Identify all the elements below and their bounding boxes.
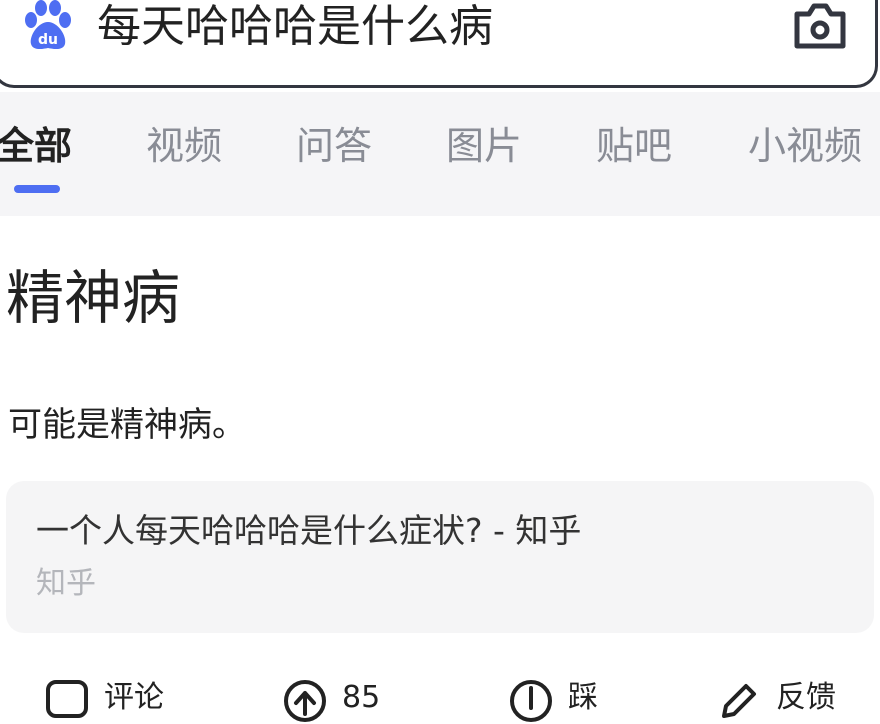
answer-description: 可能是精神病。 xyxy=(8,405,246,445)
upvote-arrow-icon xyxy=(284,680,326,722)
tab-images[interactable]: 图片 xyxy=(446,122,522,170)
baidu-paw-logo-icon: du xyxy=(25,0,71,50)
tab-short-video[interactable]: 小视频 xyxy=(748,122,862,170)
tab-qa[interactable]: 问答 xyxy=(296,122,372,170)
search-input[interactable]: 每天哈哈哈是什么病 xyxy=(97,0,493,56)
camera-icon[interactable] xyxy=(791,0,849,52)
downvote-label: 踩 xyxy=(568,680,598,715)
feedback-label: 反馈 xyxy=(776,680,836,715)
comment-label: 评论 xyxy=(104,680,164,715)
tab-video[interactable]: 视频 xyxy=(146,122,222,170)
tab-tieba[interactable]: 贴吧 xyxy=(596,122,672,170)
tab-bar: 全部 视频 问答 图片 贴吧 小视频 xyxy=(0,92,880,216)
source-title-link[interactable]: 一个人每天哈哈哈是什么症状? - 知乎 xyxy=(36,508,581,554)
logo-text: du xyxy=(38,32,58,48)
source-card[interactable]: 一个人每天哈哈哈是什么症状? - 知乎 知乎 xyxy=(6,481,874,633)
tab-all[interactable]: 全部 xyxy=(0,122,72,170)
source-site-name: 知乎 xyxy=(36,566,96,601)
downvote-arrow-icon xyxy=(510,680,552,722)
pencil-icon xyxy=(722,684,756,718)
answer-title: 精神病 xyxy=(6,264,181,332)
comment-icon xyxy=(46,680,88,718)
upvote-count: 85 xyxy=(342,680,381,715)
active-tab-indicator xyxy=(14,185,60,193)
search-bar[interactable]: du 每天哈哈哈是什么病 xyxy=(0,0,878,88)
